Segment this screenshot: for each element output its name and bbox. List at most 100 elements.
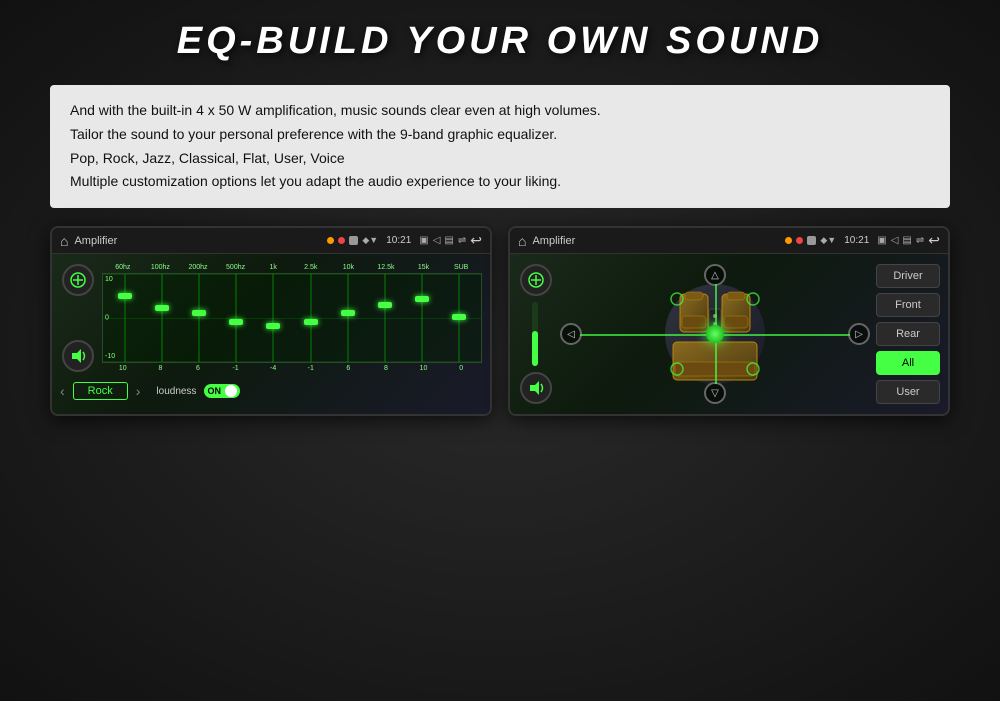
eq-bot-6: 6 (187, 365, 209, 372)
eq-bot-0: 0 (450, 365, 472, 372)
amp-screen-mockup: ⌂ Amplifier ◆▼ 10:21 ▣ ◁ ▤ ⇌ ↩ (508, 226, 950, 416)
screen-icon: ▤ (444, 235, 453, 246)
eq-labels-top: 60hz 100hz 200hz 500hz 1k 2.5k 10k 12.5k… (102, 264, 482, 271)
signal-icon: ◆▼ (362, 235, 378, 246)
eq-bot-10b: 10 (413, 365, 435, 372)
amp-signal-icon: ◆▼ (820, 235, 836, 246)
eq-label-2_5k: 2.5k (300, 264, 322, 271)
amp-link-icon: ⇌ (916, 235, 924, 246)
back-icon[interactable]: ↩ (470, 232, 482, 249)
eq-bot-10: 10 (112, 365, 134, 372)
eq-label-100hz: 100hz (149, 264, 171, 271)
eq-label-15k: 15k (413, 264, 435, 271)
home-icon[interactable]: ⌂ (60, 233, 68, 249)
desc-line4: Multiple customization options let you a… (70, 170, 930, 194)
eq-bot-m1: -1 (225, 365, 247, 372)
eq-bar-col-8[interactable] (367, 274, 403, 362)
amp-btn-rear[interactable]: Rear (876, 322, 940, 346)
amp-camera-icon: ▣ (877, 235, 886, 246)
eq-bar-col-1[interactable] (107, 274, 143, 362)
eq-bot-m1b: -1 (300, 365, 322, 372)
eq-preset-rock[interactable]: Rock (73, 382, 128, 400)
eq-label-500hz: 500hz (225, 264, 247, 271)
eq-screen-mockup: ⌂ Amplifier ◆▼ 10:21 ▣ ◁ ▤ ⇌ ↩ (50, 226, 492, 416)
eq-label-sub: SUB (450, 264, 472, 271)
amp-right: Driver Front Rear All User (876, 264, 940, 404)
eq-app-title: Amplifier (74, 235, 321, 247)
status-dot-red (338, 237, 345, 244)
eq-prev-btn[interactable]: ‹ (60, 383, 65, 399)
amp-center-dot[interactable] (706, 325, 724, 343)
amp-left (518, 264, 554, 404)
eq-toggle-knob (225, 385, 237, 397)
amp-btn-user[interactable]: User (876, 380, 940, 404)
amp-btn-driver[interactable]: Driver (876, 264, 940, 288)
amp-btn-front[interactable]: Front (876, 293, 940, 317)
description-box: And with the built-in 4 x 50 W amplifica… (50, 85, 950, 208)
eq-left-controls (60, 264, 96, 372)
eq-loudness-label: loudness (156, 386, 196, 397)
eq-volume-btn[interactable] (62, 340, 94, 372)
eq-bar-col-10[interactable] (441, 274, 477, 362)
eq-bot-8b: 8 (375, 365, 397, 372)
eq-label-200hz: 200hz (187, 264, 209, 271)
status-dot-orange (327, 237, 334, 244)
page-title: EQ-BUILD YOUR OWN SOUND (40, 20, 960, 63)
eq-bar-col-7[interactable] (330, 274, 366, 362)
eq-status-icons: ◆▼ 10:21 ▣ ◁ ▤ ⇌ ↩ (327, 232, 482, 249)
amp-nav-left[interactable]: ◁ (560, 323, 582, 345)
speaker-icon: ◁ (433, 235, 441, 246)
amp-body: △ ▽ ◁ ▷ (510, 254, 948, 414)
eq-label-10k: 10k (337, 264, 359, 271)
status-dot-gray (349, 236, 358, 245)
eq-loudness-toggle[interactable]: ON (204, 384, 240, 398)
eq-bot-8: 8 (149, 365, 171, 372)
link-icon: ⇌ (458, 235, 466, 246)
eq-bar-col-2[interactable] (144, 274, 180, 362)
eq-label-1k: 1k (262, 264, 284, 271)
eq-bars-area: 60hz 100hz 200hz 500hz 1k 2.5k 10k 12.5k… (102, 264, 482, 372)
eq-label-12_5k: 12.5k (375, 264, 397, 271)
eq-grid: 10 0 -10 (102, 273, 482, 363)
amp-volume-mute-btn[interactable] (520, 372, 552, 404)
eq-bar-col-3[interactable] (181, 274, 217, 362)
amp-center: △ ▽ ◁ ▷ (560, 264, 870, 404)
amp-nav-up[interactable]: △ (704, 264, 726, 286)
amp-nav-down[interactable]: ▽ (704, 382, 726, 404)
amp-status-icons: ◆▼ 10:21 ▣ ◁ ▤ ⇌ ↩ (785, 232, 940, 249)
amp-volume-track[interactable] (532, 302, 540, 366)
desc-line2: Tailor the sound to your personal prefer… (70, 123, 930, 147)
eq-bot-m4: -4 (262, 365, 284, 372)
eq-tune-btn[interactable] (62, 264, 94, 296)
eq-bar-col-4[interactable] (218, 274, 254, 362)
eq-bar-col-5[interactable] (255, 274, 291, 362)
eq-bottom-controls: ‹ Rock › loudness ON (60, 378, 482, 404)
eq-status-bar: ⌂ Amplifier ◆▼ 10:21 ▣ ◁ ▤ ⇌ ↩ (52, 228, 490, 254)
amp-app-title: Amplifier (532, 235, 779, 247)
eq-time: 10:21 (386, 235, 411, 246)
amp-tune-btn[interactable] (520, 264, 552, 296)
eq-label-60hz: 60hz (112, 264, 134, 271)
amp-home-icon[interactable]: ⌂ (518, 233, 526, 249)
eq-bar-col-9[interactable] (404, 274, 440, 362)
camera-icon: ▣ (419, 235, 428, 246)
amp-status-dot-gray (807, 236, 816, 245)
amp-screen-icon: ▤ (902, 235, 911, 246)
amp-back-icon[interactable]: ↩ (928, 232, 940, 249)
eq-toggle-on-label: ON (207, 386, 221, 396)
eq-bar-col-6[interactable] (292, 274, 328, 362)
screenshots-row: ⌂ Amplifier ◆▼ 10:21 ▣ ◁ ▤ ⇌ ↩ (50, 226, 950, 416)
amp-btn-all[interactable]: All (876, 351, 940, 375)
amp-vol-fill (532, 331, 538, 366)
eq-labels-bottom: 10 8 6 -1 -4 -1 6 8 10 0 (102, 365, 482, 372)
eq-next-btn[interactable]: › (136, 383, 141, 399)
desc-line3: Pop, Rock, Jazz, Classical, Flat, User, … (70, 147, 930, 171)
amp-time: 10:21 (844, 235, 869, 246)
eq-bot-6b: 6 (337, 365, 359, 372)
amp-status-dot-orange (785, 237, 792, 244)
desc-line1: And with the built-in 4 x 50 W amplifica… (70, 99, 930, 123)
amp-nav-right[interactable]: ▷ (848, 323, 870, 345)
amp-speaker-icon: ◁ (891, 235, 899, 246)
amp-status-dot-red (796, 237, 803, 244)
eq-main-area: 60hz 100hz 200hz 500hz 1k 2.5k 10k 12.5k… (60, 264, 482, 372)
